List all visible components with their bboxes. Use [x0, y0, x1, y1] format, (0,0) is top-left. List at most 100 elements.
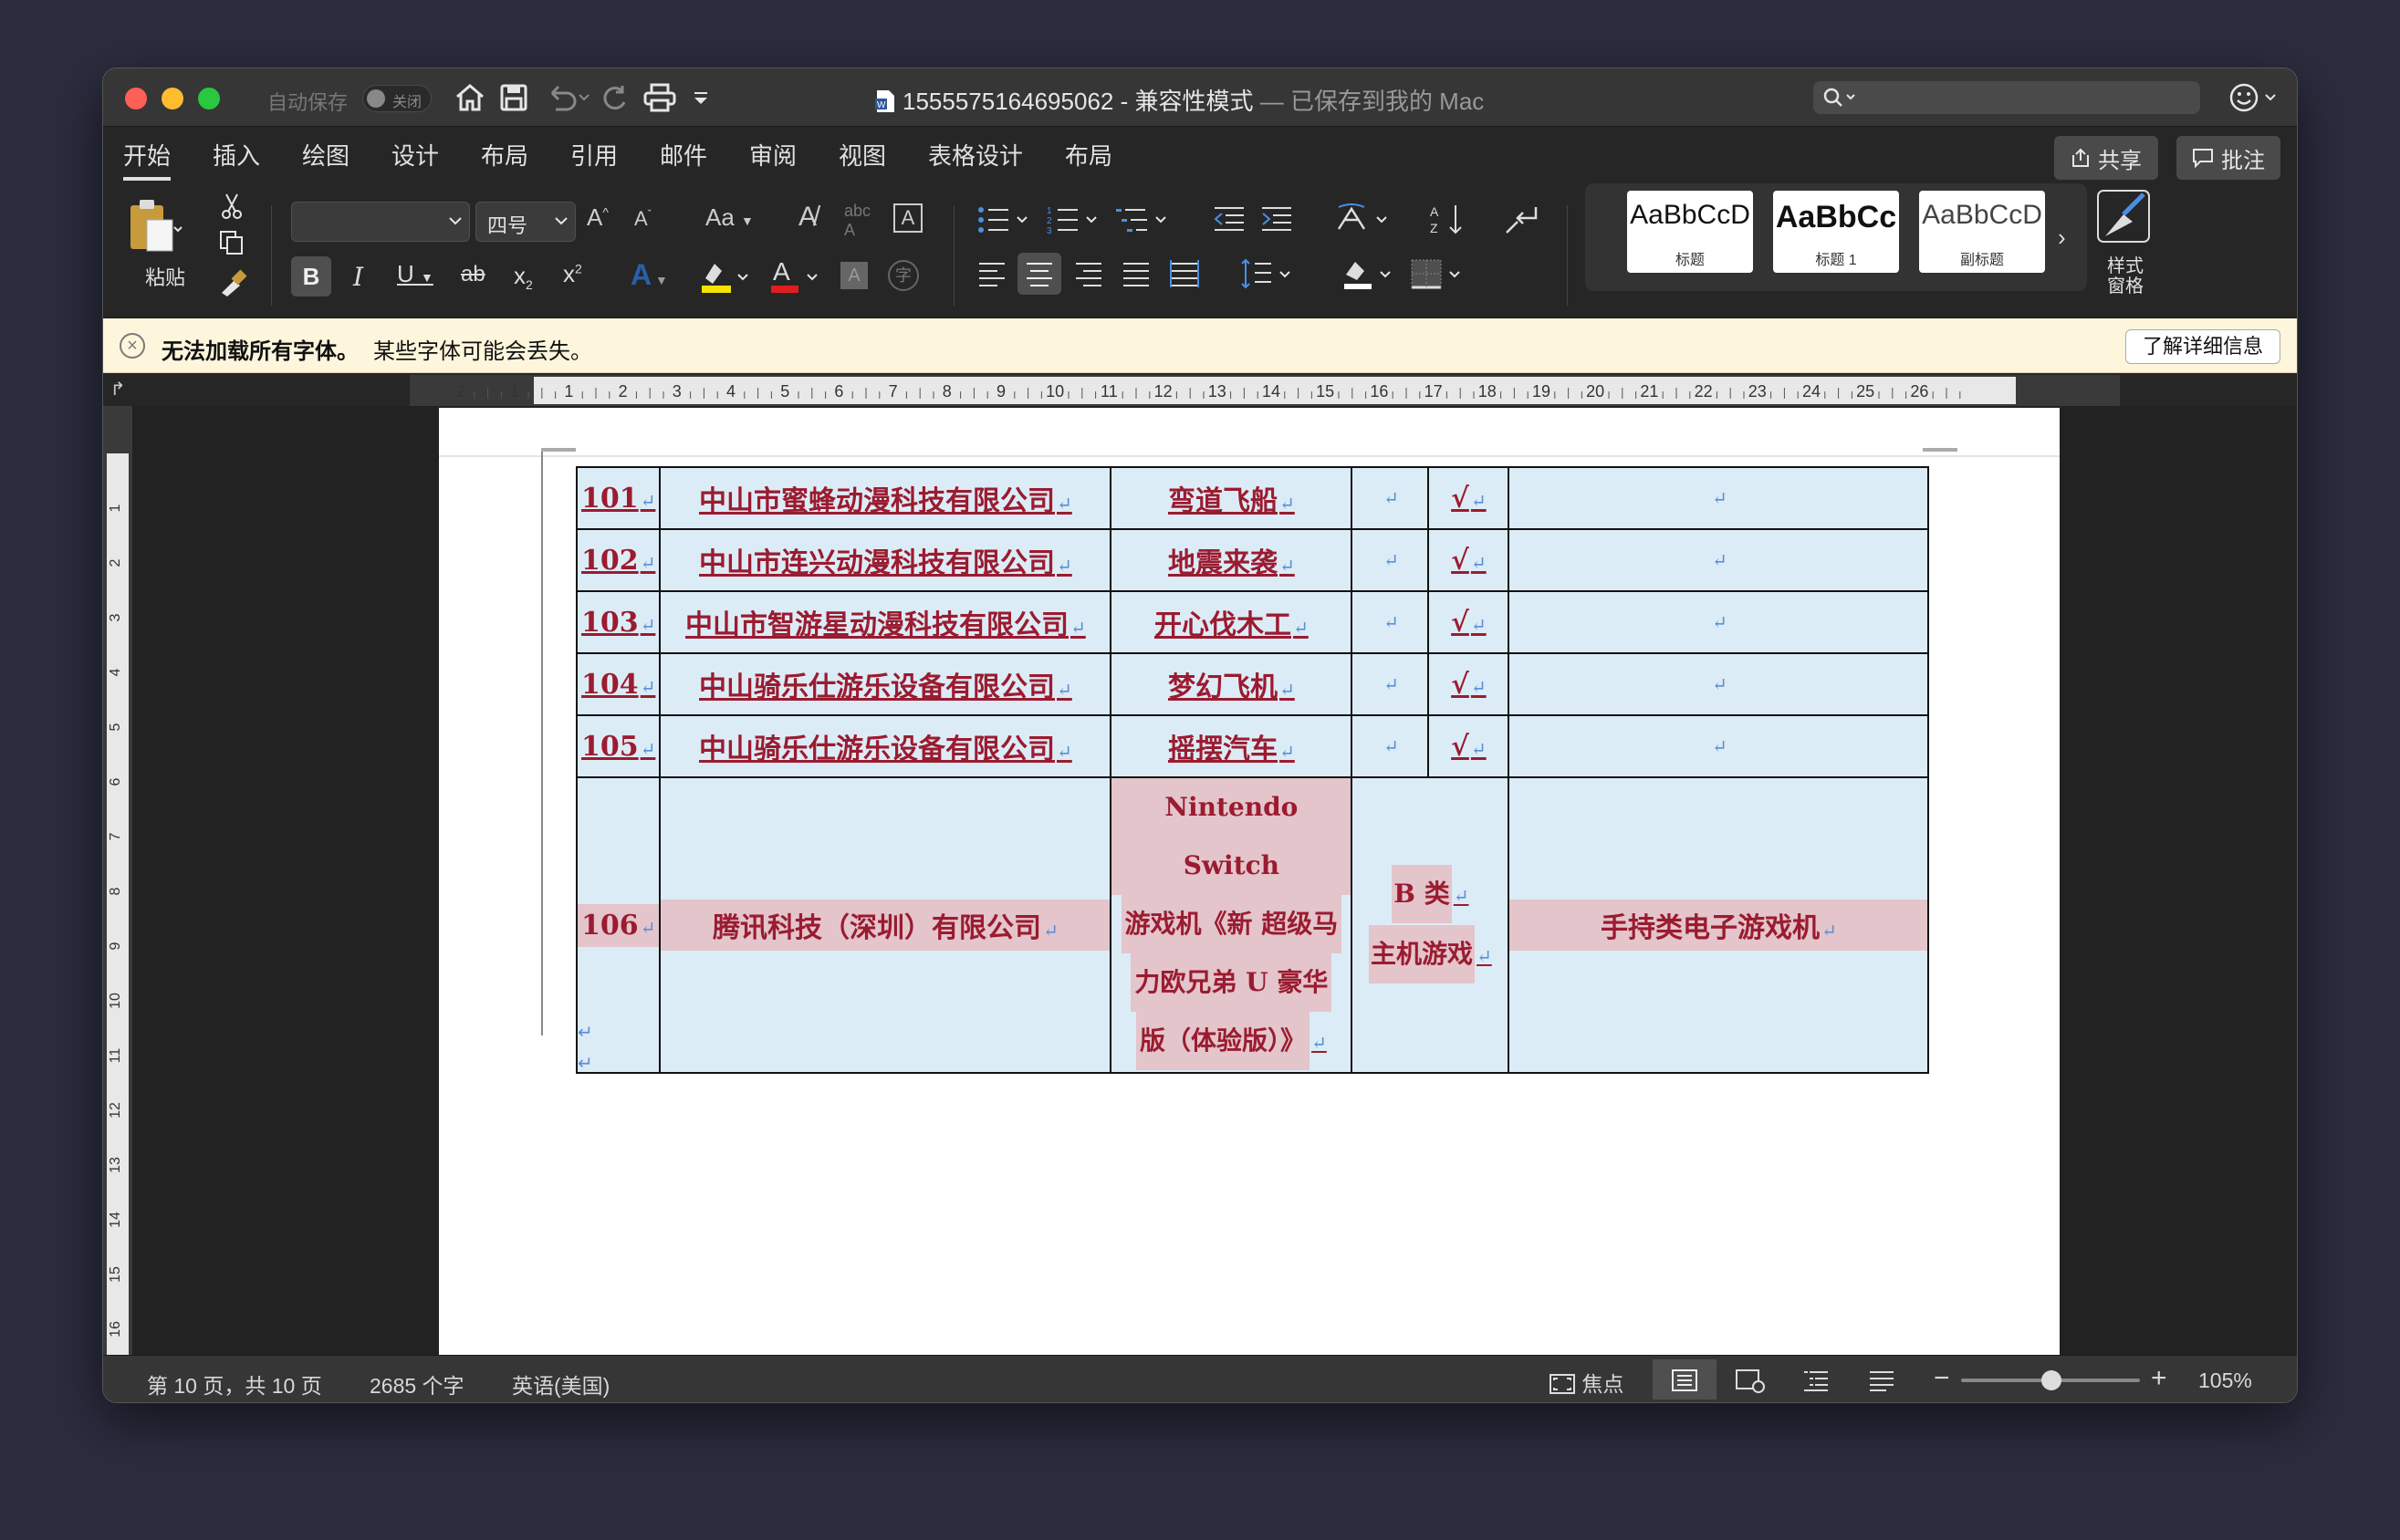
- tab-review[interactable]: 审阅: [749, 138, 797, 172]
- table-cell[interactable]: ↵: [1508, 714, 1930, 778]
- zoom-out-button[interactable]: −: [1934, 1363, 1950, 1394]
- align-right-icon[interactable]: [1074, 260, 1103, 292]
- product-table[interactable]: 101 ↵ 中山市蜜蜂动漫科技有限公司 ↵ 弯道飞船 ↵ ↵ √ ↵ ↵ 102 ↵ 中山市连兴动漫科技…: [575, 466, 1930, 1074]
- table-cell[interactable]: ↵: [1508, 466, 1930, 530]
- copy-icon[interactable]: [218, 229, 245, 261]
- paragraph-shading-icon[interactable]: [1341, 256, 1399, 296]
- minimize-window-button[interactable]: [162, 88, 183, 109]
- table-cell[interactable]: ↵: [1351, 652, 1430, 716]
- styles-more-chevron-icon[interactable]: ›: [2058, 224, 2066, 252]
- bold-button[interactable]: B: [291, 256, 331, 297]
- table-cell[interactable]: 中山市蜜蜂动漫科技有限公司 ↵: [659, 466, 1112, 530]
- zoom-slider-knob[interactable]: [2041, 1370, 2062, 1390]
- asian-layout-icon[interactable]: [1337, 203, 1395, 239]
- table-row[interactable]: 105 ↵ 中山骑乐仕游乐设备有限公司 ↵ 摇摆汽车 ↵ ↵ √ ↵ ↵: [575, 714, 1930, 778]
- tab-home[interactable]: 开始: [123, 138, 172, 181]
- character-shading-icon[interactable]: A: [840, 262, 868, 289]
- close-window-button[interactable]: [125, 88, 147, 109]
- table-cell[interactable]: √ ↵: [1427, 590, 1510, 654]
- table-row[interactable]: 102 ↵ 中山市连兴动漫科技有限公司 ↵ 地震来袭 ↵ ↵ √ ↵ ↵: [575, 528, 1930, 592]
- style-card-title[interactable]: AaBbCcD 标题: [1627, 191, 1753, 273]
- table-row[interactable]: 103 ↵ 中山市智游星动漫科技有限公司 ↵ 开心伐木工 ↵ ↵ √ ↵ ↵: [575, 590, 1930, 654]
- web-layout-view-icon[interactable]: [1735, 1368, 1766, 1399]
- underline-button[interactable]: U ▼: [397, 260, 433, 288]
- word-count[interactable]: 2685 个字: [370, 1368, 464, 1400]
- table-cell[interactable]: 102 ↵: [575, 528, 662, 592]
- multilevel-list-icon[interactable]: [1116, 205, 1174, 239]
- text-effects-icon[interactable]: A ▼: [631, 258, 668, 292]
- save-icon[interactable]: [496, 81, 532, 114]
- print-layout-view-button[interactable]: [1653, 1359, 1717, 1400]
- learn-more-button[interactable]: 了解详细信息: [2124, 329, 2280, 364]
- table-cell[interactable]: 104 ↵: [575, 652, 662, 716]
- clear-formatting-icon[interactable]: A̸: [798, 202, 817, 233]
- table-cell[interactable]: 手持类电子游戏机 ↵: [1508, 776, 1930, 1074]
- grow-font-icon[interactable]: A^: [587, 203, 609, 232]
- zoom-in-button[interactable]: +: [2151, 1363, 2167, 1394]
- strikethrough-button[interactable]: ab: [461, 262, 485, 287]
- redo-icon[interactable]: [596, 81, 632, 114]
- zoom-level[interactable]: 105%: [2198, 1368, 2252, 1393]
- style-card-heading1[interactable]: AaBbCc 标题 1: [1773, 191, 1899, 273]
- table-cell[interactable]: ↵: [1508, 528, 1930, 592]
- focus-button[interactable]: 焦点: [1549, 1367, 1623, 1398]
- table-cell[interactable]: 地震来袭 ↵: [1110, 528, 1353, 592]
- comments-button[interactable]: 批注: [2176, 136, 2280, 180]
- table-cell[interactable]: 摇摆汽车 ↵: [1110, 714, 1353, 778]
- table-cell[interactable]: ↵: [1351, 466, 1430, 530]
- table-cell[interactable]: √ ↵: [1427, 652, 1510, 716]
- borders-icon[interactable]: [1410, 256, 1468, 296]
- table-cell[interactable]: 中山市智游星动漫科技有限公司 ↵: [659, 590, 1112, 654]
- font-color-icon[interactable]: A: [767, 256, 822, 299]
- zoom-slider[interactable]: [1961, 1370, 2140, 1390]
- italic-button[interactable]: I: [353, 262, 363, 292]
- table-cell[interactable]: 梦幻飞机 ↵: [1110, 652, 1353, 716]
- page-count[interactable]: 第 10 页，共 10 页: [147, 1368, 322, 1400]
- table-cell[interactable]: 103 ↵: [575, 590, 662, 654]
- cut-icon[interactable]: [220, 192, 244, 224]
- sort-icon[interactable]: AZ: [1430, 203, 1466, 241]
- style-card-subtitle[interactable]: AaBbCcD 副标题: [1919, 191, 2045, 273]
- tab-layout[interactable]: 布局: [481, 138, 528, 172]
- tab-design[interactable]: 设计: [391, 138, 439, 172]
- table-cell[interactable]: √ ↵: [1427, 466, 1510, 530]
- table-row[interactable]: 106 ↵ 腾讯科技（深圳）有限公司 ↵ Nintendo Switch 游戏机《新 超级…: [575, 776, 1930, 1074]
- styles-pane-button[interactable]: [2096, 189, 2155, 250]
- table-cell[interactable]: ↵: [1508, 590, 1930, 654]
- character-border-icon[interactable]: A: [893, 203, 923, 233]
- align-left-icon[interactable]: [977, 260, 1007, 292]
- table-cell[interactable]: 中山骑乐仕游乐设备有限公司 ↵: [659, 714, 1112, 778]
- tab-mailings[interactable]: 邮件: [660, 138, 707, 172]
- format-painter-icon[interactable]: [218, 267, 247, 301]
- search-input[interactable]: [1813, 81, 2200, 114]
- tab-references[interactable]: 引用: [570, 138, 618, 172]
- document-page[interactable]: 101 ↵ 中山市蜜蜂动漫科技有限公司 ↵ 弯道飞船 ↵ ↵ √ ↵ ↵ 102 ↵ 中山市连兴动漫科技…: [439, 408, 2060, 1355]
- vertical-ruler[interactable]: 1 2 3 4 5 6 7 8 9 10 11 12 13 14 15 16: [103, 406, 132, 1357]
- table-cell[interactable]: 中山市连兴动漫科技有限公司 ↵: [659, 528, 1112, 592]
- horizontal-ruler[interactable]: 2 1 1 2 3 4 5 6 7 8 9 10 11 12 13 14 15 16 17 18 19 20 21 22 23 2…: [410, 375, 2120, 406]
- align-center-button[interactable]: [1017, 253, 1061, 295]
- tab-selector-icon[interactable]: ↱: [103, 373, 132, 406]
- feedback-smiley-icon[interactable]: [2228, 81, 2282, 119]
- table-cell[interactable]: √ ↵: [1427, 714, 1510, 778]
- share-button[interactable]: 共享: [2054, 136, 2158, 180]
- language-status[interactable]: 英语(美国): [512, 1368, 610, 1400]
- zoom-window-button[interactable]: [198, 88, 220, 109]
- font-size-select[interactable]: 四号: [475, 202, 576, 242]
- tab-table-layout[interactable]: 布局: [1065, 138, 1112, 172]
- home-icon[interactable]: [452, 81, 488, 114]
- distributed-icon[interactable]: [1169, 260, 1200, 292]
- table-cell[interactable]: ↵: [1351, 528, 1430, 592]
- subscript-button[interactable]: x2: [514, 262, 533, 292]
- shrink-font-icon[interactable]: Aˇ: [634, 207, 652, 231]
- table-cell[interactable]: 中山骑乐仕游乐设备有限公司 ↵: [659, 652, 1112, 716]
- table-cell[interactable]: ↵: [1351, 590, 1430, 654]
- table-row[interactable]: 101 ↵ 中山市蜜蜂动漫科技有限公司 ↵ 弯道飞船 ↵ ↵ √ ↵ ↵: [575, 466, 1930, 530]
- superscript-button[interactable]: x2: [563, 260, 582, 288]
- print-icon[interactable]: [640, 81, 680, 114]
- table-cell[interactable]: 弯道飞船 ↵: [1110, 466, 1353, 530]
- table-cell[interactable]: Nintendo Switch 游戏机《新 超级马 力欧兄弟 U 豪华 版（体验版）》…: [1110, 776, 1353, 1074]
- highlight-color-icon[interactable]: [698, 258, 753, 299]
- line-spacing-icon[interactable]: [1240, 258, 1299, 294]
- numbering-icon[interactable]: 123: [1047, 205, 1105, 239]
